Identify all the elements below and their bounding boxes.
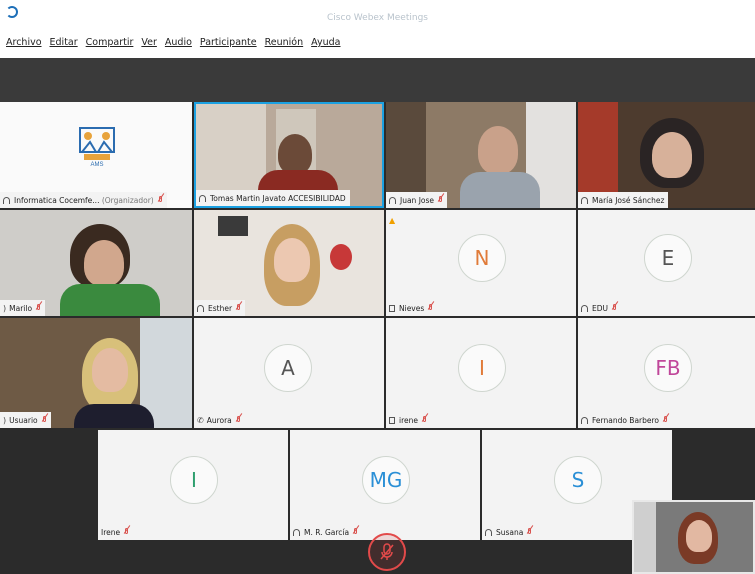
participant-tile-informatica[interactable]: AMS Informatica Cocemfe... (Organizador) (0, 102, 192, 208)
mic-muted-icon (124, 527, 129, 537)
menu-bar: Archivo Editar Compartir Ver Audio Parti… (0, 28, 755, 58)
phone-call-icon: ✆ (197, 415, 204, 425)
participant-tile-marilo[interactable]: ) Marilo (0, 210, 192, 316)
avatar: N (458, 234, 506, 282)
headphones-icon (581, 304, 588, 312)
participant-tile-esther[interactable]: Esther (194, 210, 384, 316)
participant-label: ) Usuario (0, 412, 51, 428)
participant-label: ) Marilo (0, 300, 46, 316)
menu-compartir[interactable]: Compartir (86, 37, 134, 48)
participant-label: Irene (98, 524, 134, 540)
participant-label: Esther (194, 300, 246, 316)
avatar: S (554, 456, 602, 504)
mic-muted-icon (236, 303, 241, 313)
menu-editar[interactable]: Editar (50, 37, 78, 48)
avatar: I (170, 456, 218, 504)
headphones-icon (389, 196, 396, 204)
menu-audio[interactable]: Audio (165, 37, 192, 48)
mic-muted-icon (612, 303, 617, 313)
mic-muted-icon (438, 195, 443, 205)
participant-label: EDU (578, 300, 622, 316)
mute-button[interactable] (368, 533, 406, 571)
participant-tile-usuario[interactable]: ) Usuario (0, 318, 192, 428)
menu-ayuda[interactable]: Ayuda (311, 37, 340, 48)
participant-tile-fernando[interactable]: FB Fernando Barbero (578, 318, 755, 428)
menu-ver[interactable]: Ver (141, 37, 157, 48)
mic-muted-icon (236, 415, 241, 425)
participant-tile-mr-garcia[interactable]: MG M. R. García (290, 430, 480, 540)
mic-muted-icon (36, 303, 41, 313)
audio-icon: ) (3, 415, 7, 425)
participant-tile-irene[interactable]: I Irene (98, 430, 288, 540)
phone-icon (389, 416, 395, 424)
participant-label: M. R. García (290, 524, 363, 540)
menu-reunion[interactable]: Reunión (265, 37, 304, 48)
cocemfe-logo-icon: AMS (79, 127, 115, 168)
svg-text:AMS: AMS (90, 162, 103, 168)
headphones-icon (199, 194, 206, 202)
participant-label: Tomas Martin Javato ACCESIBILIDAD (196, 190, 350, 206)
mic-muted-icon (353, 527, 358, 537)
headphones-icon (3, 196, 10, 204)
menu-participante[interactable]: Participante (200, 37, 257, 48)
avatar: MG (362, 456, 410, 504)
window-title: Cisco Webex Meetings (327, 13, 428, 23)
menu-archivo[interactable]: Archivo (6, 37, 42, 48)
mic-muted-icon (527, 527, 532, 537)
participant-tile-irene-lower[interactable]: I irene (386, 318, 576, 428)
title-bar: Cisco Webex Meetings (0, 0, 755, 28)
mic-muted-icon (42, 415, 47, 425)
mic-muted-icon (663, 415, 668, 425)
headphones-icon (581, 416, 588, 424)
avatar: A (264, 344, 312, 392)
headphones-icon (293, 528, 300, 536)
headphones-icon (581, 196, 588, 204)
participant-label: Susana (482, 524, 537, 540)
mic-muted-icon (380, 543, 394, 560)
phone-icon (389, 304, 395, 312)
participant-tile-aurora[interactable]: A ✆ Aurora (194, 318, 384, 428)
self-view-video[interactable] (632, 500, 755, 574)
participant-label: Nieves (386, 300, 438, 316)
warning-icon: ▲ (389, 216, 396, 225)
avatar: I (458, 344, 506, 392)
participant-label: Informatica Cocemfe... (Organizador) (0, 192, 167, 208)
audio-icon: ) (3, 303, 7, 313)
participant-tile-maria-jose[interactable]: María José Sánchez (578, 102, 755, 208)
mic-muted-icon (428, 303, 433, 313)
participant-tile-edu[interactable]: E EDU (578, 210, 755, 316)
participant-label: irene (386, 412, 431, 428)
participant-tile-juan-jose[interactable]: Juan Jose (386, 102, 576, 208)
headphones-icon (485, 528, 492, 536)
participant-label: ✆ Aurora (194, 412, 245, 428)
participant-label: Juan Jose (386, 192, 448, 208)
participant-label: María José Sánchez (578, 192, 669, 208)
participant-tile-nieves[interactable]: N Nieves (386, 210, 576, 316)
mic-muted-icon (422, 415, 427, 425)
participant-tile-tomas[interactable]: Tomas Martin Javato ACCESIBILIDAD (194, 102, 384, 208)
meeting-toolbar (0, 58, 755, 102)
participant-label: Fernando Barbero (578, 412, 673, 428)
avatar: FB (644, 344, 692, 392)
mic-muted-icon (158, 195, 163, 205)
avatar: E (644, 234, 692, 282)
headphones-icon (197, 304, 204, 312)
